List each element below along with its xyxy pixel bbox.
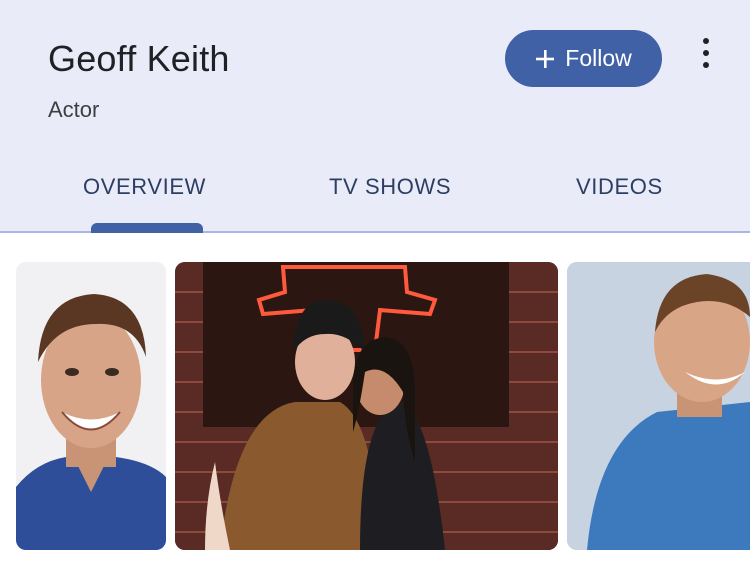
more-vert-icon[interactable] bbox=[697, 38, 715, 68]
photo-couple-brick-wall[interactable] bbox=[175, 262, 558, 550]
entity-subtitle: Actor bbox=[48, 97, 100, 122]
tab-overview[interactable]: OVERVIEW bbox=[83, 174, 206, 200]
tab-videos[interactable]: VIDEOS bbox=[576, 174, 663, 200]
follow-button-label: Follow bbox=[565, 45, 632, 71]
photo-headshot[interactable] bbox=[16, 262, 166, 550]
photo-denim-shirt[interactable] bbox=[567, 262, 750, 550]
follow-button[interactable]: Follow bbox=[505, 30, 662, 87]
page-title: Geoff Keith bbox=[48, 38, 230, 79]
tab-tv-shows[interactable]: TV SHOWS bbox=[329, 174, 451, 200]
selected-tab-indicator bbox=[91, 223, 203, 233]
knowledge-panel-header: Geoff Keith Actor Follow OVERVIEW TV SHO… bbox=[0, 0, 750, 233]
plus-icon bbox=[536, 49, 555, 68]
